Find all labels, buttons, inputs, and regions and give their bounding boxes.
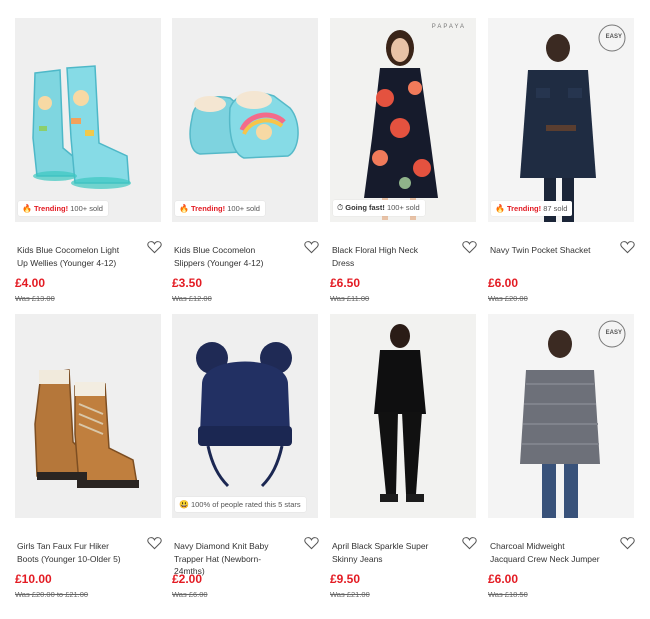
- product-image[interactable]: 🔥 Trending! 100+ sold: [15, 18, 161, 222]
- heart-icon[interactable]: [462, 536, 477, 550]
- was-price: Was £18.50: [488, 590, 528, 599]
- trending-badge: 🔥 Trending! 100+ sold: [18, 201, 108, 216]
- heart-icon[interactable]: [304, 536, 319, 550]
- product-image[interactable]: EASY: [488, 314, 634, 518]
- fire-icon: 🔥: [495, 204, 505, 213]
- product-name[interactable]: April Black Sparkle Super Skinny Jeans: [332, 540, 442, 565]
- product-price: £6.00: [488, 572, 519, 586]
- product-price: £9.50: [330, 572, 361, 586]
- trending-badge: 🔥 Trending! 100+ sold: [175, 201, 265, 216]
- product-name[interactable]: Kids Blue Cocomelon Slippers (Younger 4-…: [174, 244, 284, 269]
- going-fast-badge: ⏱ Going fast! 100+ sold: [333, 200, 425, 216]
- product-name[interactable]: Navy Twin Pocket Shacket: [490, 244, 600, 257]
- product-image[interactable]: [330, 314, 476, 518]
- product-price: £2.00: [172, 572, 203, 586]
- product-card[interactable]: Girls Tan Faux Fur Hiker Boots (Younger …: [15, 314, 163, 599]
- fire-icon: 🔥: [22, 204, 32, 213]
- heart-icon[interactable]: [147, 240, 162, 254]
- product-price: £10.00: [15, 572, 52, 586]
- heart-icon[interactable]: [620, 536, 635, 550]
- smiley-icon: 😃: [179, 500, 189, 509]
- brand-logo: PAPAYA: [431, 24, 466, 30]
- product-card[interactable]: April Black Sparkle Super Skinny Jeans £…: [330, 314, 478, 599]
- was-price: Was £21.00: [330, 590, 370, 599]
- product-name[interactable]: Charcoal Midweight Jacquard Crew Neck Ju…: [490, 540, 600, 565]
- fire-icon: 🔥: [179, 204, 189, 213]
- product-card[interactable]: EASY 🔥 Trending! 87 sold Navy Twin Pocket…: [488, 18, 636, 303]
- product-card[interactable]: 🔥 Trending! 100+ sold Kids Blue Cocomelon…: [15, 18, 163, 303]
- heart-icon[interactable]: [147, 536, 162, 550]
- was-price: Was £6.00: [172, 590, 208, 599]
- product-name[interactable]: Girls Tan Faux Fur Hiker Boots (Younger …: [17, 540, 127, 565]
- product-image[interactable]: PAPAYA ⏱ Going fast! 100+ sold: [330, 18, 476, 222]
- product-name[interactable]: Black Floral High Neck Dress: [332, 244, 442, 269]
- product-price: £6.00: [488, 276, 519, 290]
- product-card[interactable]: 😃 100% of people rated this 5 stars Navy …: [172, 314, 320, 599]
- was-price: Was £11.00: [330, 294, 370, 303]
- product-card[interactable]: EASY Charcoal Midweight Jacquard Crew Ne…: [488, 314, 636, 599]
- was-price: Was £12.00: [172, 294, 212, 303]
- product-price: £4.00: [15, 276, 46, 290]
- product-name[interactable]: Kids Blue Cocomelon Light Up Wellies (Yo…: [17, 244, 127, 269]
- heart-icon[interactable]: [620, 240, 635, 254]
- product-price: £6.50: [330, 276, 361, 290]
- trending-badge: 🔥 Trending! 87 sold: [491, 201, 573, 216]
- stopwatch-icon: ⏱: [337, 203, 344, 212]
- was-price: Was £13.00: [15, 294, 55, 303]
- rating-badge: 😃 100% of people rated this 5 stars: [175, 497, 306, 512]
- product-image[interactable]: [15, 314, 161, 518]
- heart-icon[interactable]: [462, 240, 477, 254]
- was-price: Was £20.00 to £21.00: [15, 590, 89, 599]
- product-image[interactable]: EASY 🔥 Trending! 87 sold: [488, 18, 634, 222]
- product-image[interactable]: 🔥 Trending! 100+ sold: [172, 18, 318, 222]
- heart-icon[interactable]: [304, 240, 319, 254]
- product-card[interactable]: 🔥 Trending! 100+ sold Kids Blue Cocomelon…: [172, 18, 320, 303]
- product-price: £3.50: [172, 276, 203, 290]
- product-image[interactable]: 😃 100% of people rated this 5 stars: [172, 314, 318, 518]
- product-card[interactable]: PAPAYA ⏱ Going fast! 100+ sold Black Flor…: [330, 18, 478, 303]
- was-price: Was £20.00: [488, 294, 528, 303]
